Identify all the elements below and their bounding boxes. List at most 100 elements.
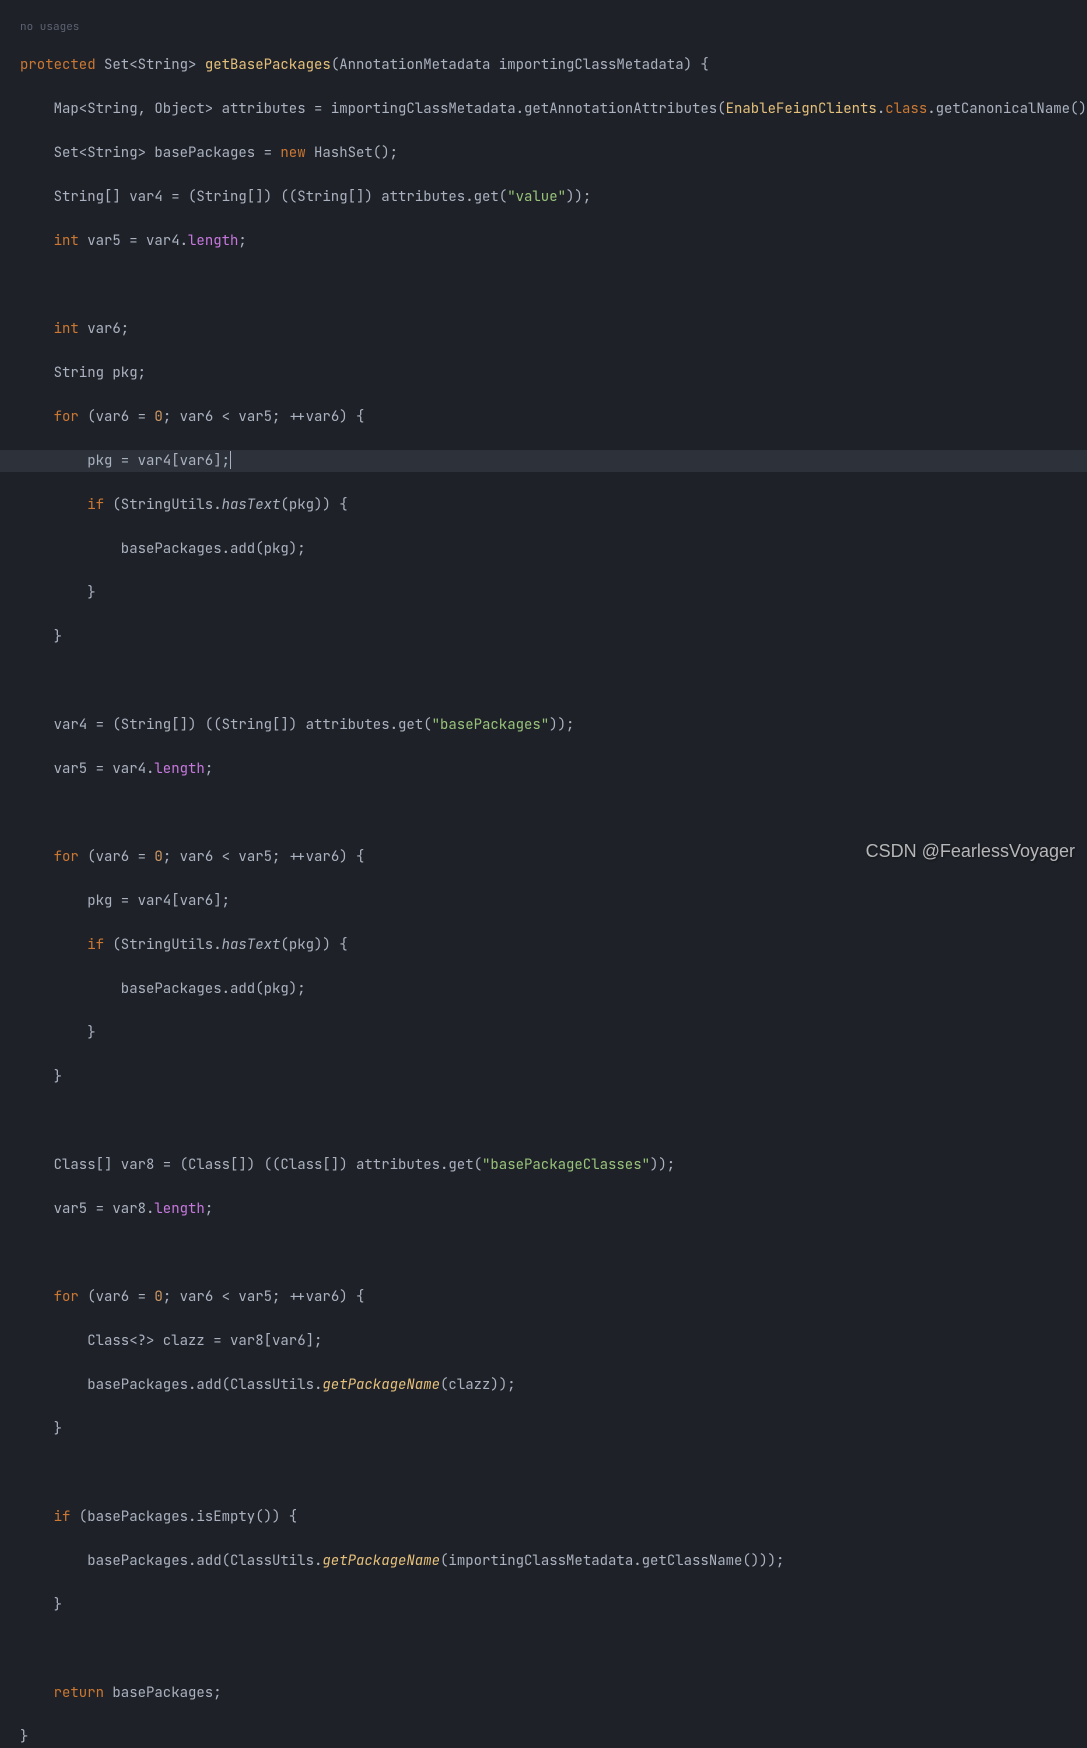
code-line[interactable]: } — [0, 1594, 1087, 1616]
code-line[interactable]: protected Set<String> getBasePackages(An… — [0, 54, 1087, 76]
code-line[interactable] — [0, 670, 1087, 692]
code-line[interactable]: Class[] var8 = (Class[]) ((Class[]) attr… — [0, 1154, 1087, 1176]
code-line[interactable]: var4 = (String[]) ((String[]) attributes… — [0, 714, 1087, 736]
code-text: (var6 = — [79, 848, 155, 866]
code-text: } — [20, 1728, 28, 1746]
code-line[interactable]: basePackages.add(pkg); — [0, 978, 1087, 1000]
code-line[interactable] — [0, 802, 1087, 824]
code-text: var5 = var4. — [79, 232, 188, 250]
code-text: } — [20, 1068, 62, 1086]
code-text: (importingClassMetadata.getClassName()))… — [440, 1552, 784, 1570]
usage-hint: no usages — [0, 22, 1087, 32]
keyword-new: new — [280, 144, 305, 162]
code-text: (basePackages.isEmpty()) { — [70, 1508, 297, 1526]
code-text: (var6 = — [79, 408, 155, 426]
code-text: basePackages.add(pkg); — [20, 980, 306, 998]
code-text: pkg = var4[var6]; — [20, 452, 230, 470]
code-text: String[] var4 = (String[]) ((String[]) a… — [20, 188, 507, 206]
code-line[interactable]: var5 = var4.length; — [0, 758, 1087, 780]
code-text: var6; — [79, 320, 129, 338]
code-line[interactable]: } — [0, 1066, 1087, 1088]
method-getpackagename: getPackageName — [322, 1552, 440, 1570]
code-text: var5 = var4. — [20, 760, 154, 778]
code-line[interactable]: Map<String, Object> attributes = importi… — [0, 98, 1087, 120]
code-line[interactable]: for (var6 = 0; var6 < var5; ++var6) { — [0, 1286, 1087, 1308]
string-literal: "basePackages" — [432, 716, 550, 734]
code-text: )); — [549, 716, 574, 734]
code-text: pkg = var4[var6]; — [20, 892, 230, 910]
code-line[interactable]: String[] var4 = (String[]) ((String[]) a… — [0, 186, 1087, 208]
code-text: )); — [566, 188, 591, 206]
code-text: var5 = var8. — [20, 1200, 154, 1218]
code-line[interactable]: int var6; — [0, 318, 1087, 340]
keyword-if: if — [20, 496, 104, 514]
params: (AnnotationMetadata importingClassMetada… — [331, 56, 709, 74]
type-decl: Set<String> — [96, 56, 205, 74]
code-text: } — [20, 628, 62, 646]
semicolon: ; — [205, 760, 213, 778]
number-literal: 0 — [154, 1288, 162, 1306]
code-line[interactable]: if (StringUtils.hasText(pkg)) { — [0, 934, 1087, 956]
keyword-int: int — [20, 232, 79, 250]
code-text: Class<?> clazz = var8[var6]; — [20, 1332, 322, 1350]
code-editor[interactable]: no usages protected Set<String> getBaseP… — [0, 0, 1087, 1748]
method-hastext: hasText — [222, 496, 281, 514]
code-line[interactable] — [0, 1638, 1087, 1660]
method-getpackagename: getPackageName — [322, 1376, 440, 1394]
code-text: (StringUtils. — [104, 496, 222, 514]
code-text: basePackages; — [104, 1684, 222, 1702]
code-text: (pkg)) { — [280, 496, 347, 514]
code-line[interactable] — [0, 1110, 1087, 1132]
code-line[interactable]: basePackages.add(ClassUtils.getPackageNa… — [0, 1550, 1087, 1572]
code-line-current[interactable]: pkg = var4[var6]; — [0, 450, 1087, 472]
code-line[interactable]: for (var6 = 0; var6 < var5; ++var6) { — [0, 406, 1087, 428]
keyword-if: if — [20, 1508, 70, 1526]
code-line[interactable] — [0, 1462, 1087, 1484]
code-text: Set<String> basePackages = — [20, 144, 280, 162]
code-text: HashSet(); — [306, 144, 398, 162]
code-text: basePackages.add(ClassUtils. — [20, 1552, 322, 1570]
code-line[interactable]: basePackages.add(ClassUtils.getPackageNa… — [0, 1374, 1087, 1396]
code-text: Class[] var8 = (Class[]) ((Class[]) attr… — [20, 1156, 482, 1174]
code-text: } — [20, 1420, 62, 1438]
code-text: Map<String, Object> attributes = importi… — [20, 100, 726, 118]
code-line[interactable]: Set<String> basePackages = new HashSet()… — [0, 142, 1087, 164]
keyword-int: int — [20, 320, 79, 338]
code-text: ; var6 < var5; ++var6) { — [163, 848, 365, 866]
keyword-for: for — [20, 1288, 79, 1306]
code-line[interactable]: String pkg; — [0, 362, 1087, 384]
semicolon: ; — [238, 232, 246, 250]
number-literal: 0 — [154, 408, 162, 426]
code-line[interactable]: if (StringUtils.hasText(pkg)) { — [0, 494, 1087, 516]
code-line[interactable]: var5 = var8.length; — [0, 1198, 1087, 1220]
code-text: basePackages.add(pkg); — [20, 540, 306, 558]
code-text: basePackages.add(ClassUtils. — [20, 1376, 322, 1394]
code-line[interactable]: if (basePackages.isEmpty()) { — [0, 1506, 1087, 1528]
watermark: CSDN @FearlessVoyager — [866, 840, 1075, 862]
number-literal: 0 — [154, 848, 162, 866]
code-text: } — [20, 584, 96, 602]
code-line[interactable]: basePackages.add(pkg); — [0, 538, 1087, 560]
code-line[interactable] — [0, 1242, 1087, 1264]
code-line[interactable]: } — [0, 626, 1087, 648]
code-line[interactable]: } — [0, 1418, 1087, 1440]
field-length: length — [154, 760, 204, 778]
code-line[interactable]: return basePackages; — [0, 1682, 1087, 1704]
code-text: ; var6 < var5; ++var6) { — [163, 408, 365, 426]
keyword-if: if — [20, 936, 104, 954]
code-line[interactable]: } — [0, 1726, 1087, 1748]
code-line[interactable] — [0, 274, 1087, 296]
keyword-for: for — [20, 408, 79, 426]
code-line[interactable]: } — [0, 1022, 1087, 1044]
code-text: } — [20, 1596, 62, 1614]
code-text: (StringUtils. — [104, 936, 222, 954]
code-line[interactable]: int var5 = var4.length; — [0, 230, 1087, 252]
string-literal: "value" — [507, 188, 566, 206]
code-line[interactable]: Class<?> clazz = var8[var6]; — [0, 1330, 1087, 1352]
code-line[interactable]: pkg = var4[var6]; — [0, 890, 1087, 912]
semicolon: ; — [205, 1200, 213, 1218]
field-length: length — [154, 1200, 204, 1218]
code-text: } — [20, 1024, 96, 1042]
code-line[interactable]: } — [0, 582, 1087, 604]
keyword-for: for — [20, 848, 79, 866]
